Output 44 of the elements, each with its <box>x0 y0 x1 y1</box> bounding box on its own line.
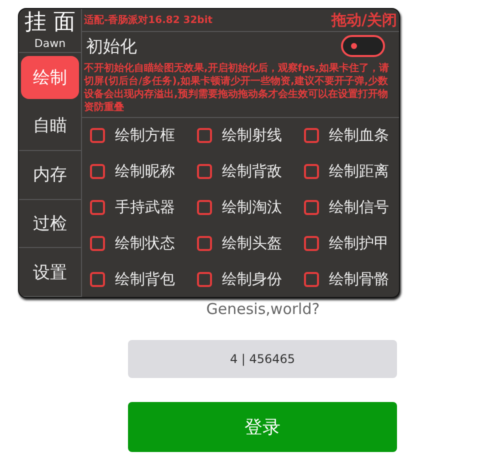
option-label: 绘制距离 <box>329 162 389 180</box>
option-label: 绘制血条 <box>329 126 389 144</box>
checkbox[interactable] <box>197 200 212 214</box>
menu-subtitle: Dawn <box>34 37 66 51</box>
option-label: 绘制头盔 <box>222 234 282 252</box>
notice-text: 不开初始化自瞄绘图无效果,开启初始化后，观察fps,如果卡住了，请切屏(切后台/多任务),如果卡顿请少开一些物资,建议不要开子弹,少数设备会出现内存溢出,预判需要拖动拖动条才会生效可以在设置打开物资防重叠 <box>82 60 399 118</box>
option-label: 绘制淘汰 <box>222 198 282 216</box>
checkbox[interactable] <box>90 164 105 178</box>
checkbox[interactable] <box>197 164 212 178</box>
checkbox[interactable] <box>90 272 105 286</box>
sidebar-tab[interactable]: 内存 <box>19 150 81 200</box>
checkbox[interactable] <box>90 128 105 142</box>
sidebar-tab[interactable]: 自瞄 <box>19 102 81 151</box>
sidebar-tab[interactable]: 过检 <box>19 200 81 248</box>
option-label: 绘制昵称 <box>115 162 175 180</box>
option-label: 绘制护甲 <box>329 234 389 252</box>
option-label: 绘制信号 <box>329 198 389 216</box>
login-button[interactable]: 登录 <box>128 402 397 452</box>
checkbox[interactable] <box>304 200 319 214</box>
version-label: 适配-香肠派对16.82 32bit <box>84 14 213 27</box>
checkbox[interactable] <box>197 236 212 250</box>
option-label: 绘制状态 <box>115 234 175 252</box>
checkbox[interactable] <box>197 272 212 286</box>
checkbox[interactable] <box>304 164 319 178</box>
checkbox[interactable] <box>304 272 319 286</box>
option-label: 绘制背敌 <box>222 162 282 180</box>
menu-title: 挂 面 <box>24 9 76 37</box>
option-label: 绘制射线 <box>222 126 282 144</box>
tagline: Genesis,world? <box>205 300 321 318</box>
init-label: 初始化 <box>86 36 137 58</box>
checkbox[interactable] <box>304 236 319 250</box>
checkbox[interactable] <box>197 128 212 142</box>
sidebar-tab[interactable]: 设置 <box>19 248 81 297</box>
code-field[interactable]: 4 | 456465 <box>128 340 397 378</box>
checkbox[interactable] <box>90 236 105 250</box>
sidebar-tab[interactable]: 绘制 <box>21 56 79 100</box>
option-label: 绘制背包 <box>115 270 175 288</box>
option-label: 绘制身份 <box>222 270 282 288</box>
option-label: 绘制骨骼 <box>329 270 389 288</box>
checkbox[interactable] <box>304 128 319 142</box>
checkbox[interactable] <box>90 200 105 214</box>
init-toggle[interactable] <box>341 35 385 57</box>
option-label: 绘制方框 <box>115 126 175 144</box>
option-label: 手持武器 <box>115 198 175 216</box>
